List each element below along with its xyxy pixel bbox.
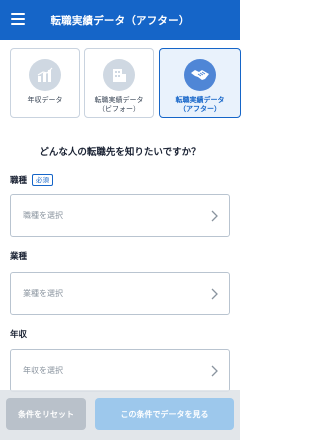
field-label-text: 職種 [10, 176, 28, 186]
app-header: 転職実績データ（アフター） [0, 0, 240, 40]
income-select[interactable]: 年収を選択 [10, 349, 230, 392]
handshake-icon [184, 59, 216, 91]
tab-after-data[interactable]: 転職実績データ （アフター） [159, 48, 241, 118]
field-label-text: 年収 [10, 330, 28, 340]
job-type-select[interactable]: 職種を選択 [10, 194, 230, 237]
select-placeholder: 業種を選択 [23, 289, 63, 298]
industry-select[interactable]: 業種を選択 [10, 272, 230, 315]
select-placeholder: 職種を選択 [23, 211, 63, 220]
tab-income-data[interactable]: 年収データ [10, 48, 80, 118]
data-type-tabs: 年収データ 転職実績データ （ビフォー） 転職実績データ （アフター） [10, 48, 241, 118]
tab-before-data[interactable]: 転職実績データ （ビフォー） [84, 48, 154, 118]
tab-label: 転職実績データ （アフター） [175, 96, 225, 113]
required-badge: 必須 [32, 174, 54, 186]
bottom-action-bar: 条件をリセット この条件でデータを見る [0, 390, 240, 440]
reset-button[interactable]: 条件をリセット [6, 398, 86, 430]
search-button[interactable]: この条件でデータを見る [95, 398, 234, 430]
building-icon [103, 59, 135, 91]
hamburger-menu-icon[interactable] [11, 13, 25, 25]
page-title: 転職実績データ（アフター） [50, 14, 190, 27]
tab-label: 年収データ [27, 96, 63, 104]
form-question: どんな人の転職先を知りたいですか？ [39, 147, 201, 158]
income-label: 年収 [10, 328, 27, 340]
select-placeholder: 年収を選択 [23, 366, 63, 375]
chevron-right-icon [211, 365, 218, 377]
tab-label: 転職実績データ （ビフォー） [94, 96, 144, 113]
bar-chart-icon [29, 59, 61, 91]
chevron-right-icon [211, 210, 218, 222]
chevron-right-icon [211, 288, 218, 300]
industry-label: 業種 [10, 250, 27, 262]
job-type-label: 職種 必須 [10, 174, 54, 186]
field-label-text: 業種 [10, 252, 28, 262]
